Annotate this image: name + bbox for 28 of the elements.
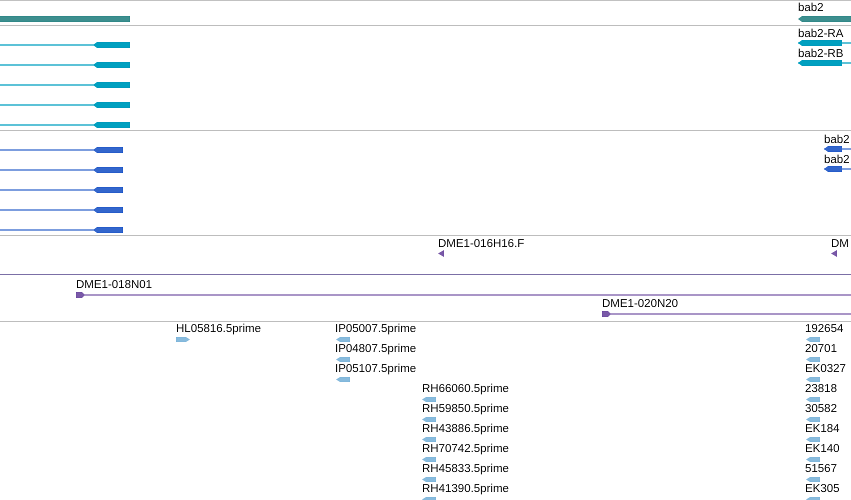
- feature-label: EK140: [805, 443, 840, 456]
- feature-label: RH41390.5prime: [422, 483, 509, 496]
- feature-label: IP04807.5prime: [335, 343, 416, 356]
- feature-label: RH59850.5prime: [422, 403, 509, 416]
- feature-label: DM: [831, 238, 849, 251]
- feature-label: RH45833.5prime: [422, 463, 509, 476]
- feature-label: 192654: [805, 323, 844, 336]
- feature-label: 30582: [805, 403, 837, 416]
- feature-label: DME1-020N20: [602, 298, 678, 311]
- feature-label: bab2: [798, 2, 824, 15]
- feature-label: bab2-RA: [798, 28, 844, 41]
- feature-label: EK184: [805, 423, 840, 436]
- feature-label: EK305: [805, 483, 840, 496]
- feature-label: 23818: [805, 383, 837, 396]
- feature-label: DME1-016H16.F: [438, 238, 524, 251]
- feature-label: bab2-RB: [798, 48, 844, 61]
- feature-label: EK0327: [805, 363, 846, 376]
- feature-label: bab2: [824, 154, 850, 167]
- feature-label: RH70742.5prime: [422, 443, 509, 456]
- feature-label: RH43886.5prime: [422, 423, 509, 436]
- feature-label: 20701: [805, 343, 837, 356]
- feature-label: HL05816.5prime: [176, 323, 262, 336]
- feature-label: 51567: [805, 463, 837, 476]
- feature-label: DME1-018N01: [76, 279, 152, 292]
- feature-label: RH66060.5prime: [422, 383, 509, 396]
- feature-label: IP05107.5prime: [335, 363, 416, 376]
- feature-label: IP05007.5prime: [335, 323, 416, 336]
- feature-label: bab2: [824, 134, 850, 147]
